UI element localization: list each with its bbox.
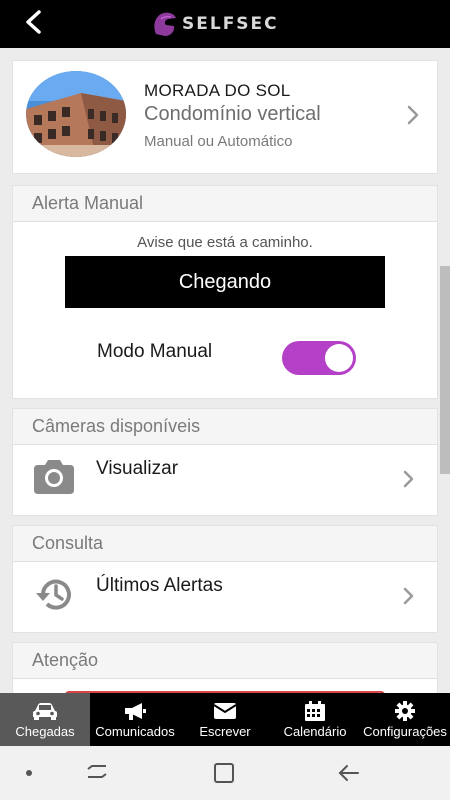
home-icon[interactable] [214, 763, 234, 783]
tab-label: Chegadas [15, 724, 75, 739]
tab-label: Calendário [283, 724, 347, 739]
consulta-card[interactable]: Consulta Últimos Alertas [12, 525, 438, 633]
alert-manual-title: Alerta Manual [13, 186, 437, 222]
atencao-title: Atenção [13, 643, 437, 679]
chevron-right-icon[interactable] [402, 468, 416, 490]
back-nav-icon[interactable] [338, 765, 359, 781]
gear-icon [392, 701, 418, 721]
manual-mode-label: Modo Manual [97, 341, 213, 362]
envelope-icon [212, 701, 238, 721]
system-nav-bar [0, 746, 450, 800]
top-bar: SELFSEC [0, 0, 450, 48]
visualizar-label: Visualizar [96, 458, 179, 479]
history-icon [36, 579, 71, 610]
tab-escrever[interactable]: Escrever [180, 693, 270, 746]
scrollbar[interactable] [440, 266, 450, 474]
condo-type: Condomínio vertical [144, 103, 321, 125]
tab-configuracoes[interactable]: Configurações [360, 693, 450, 746]
cameras-card[interactable]: Câmeras disponíveis Visualizar [12, 408, 438, 516]
camera-icon [34, 460, 74, 494]
main-content[interactable]: MORADA DO SOL Condomínio vertical Manual… [0, 48, 450, 693]
helmet-logo-icon [154, 12, 176, 36]
megaphone-icon [122, 701, 148, 721]
chegando-button[interactable]: Chegando [65, 256, 385, 308]
cameras-title: Câmeras disponíveis [13, 409, 437, 445]
chevron-right-icon[interactable] [402, 585, 416, 607]
ultimos-alertas-label: Últimos Alertas [96, 575, 223, 596]
back-button[interactable] [18, 8, 52, 38]
toggle-knob [325, 344, 353, 372]
app-logo: SELFSEC [152, 10, 279, 38]
dot-icon [26, 770, 32, 776]
alert-hint: Avise que está a caminho. [137, 234, 313, 251]
tab-label: Escrever [199, 724, 251, 739]
chevron-right-icon[interactable] [406, 104, 420, 126]
condo-name: MORADA DO SOL [144, 81, 291, 100]
condo-card[interactable]: MORADA DO SOL Condomínio vertical Manual… [12, 60, 438, 174]
tab-label: Comunicados [95, 724, 175, 739]
tab-label: Configurações [363, 724, 447, 739]
recent-apps-icon[interactable] [87, 765, 107, 778]
back-arrow-icon [26, 10, 41, 34]
condo-photo [26, 71, 126, 157]
tab-chegadas[interactable]: Chegadas [0, 693, 90, 746]
tab-comunicados[interactable]: Comunicados [90, 693, 180, 746]
manual-mode-toggle[interactable] [282, 341, 356, 375]
condo-mode: Manual ou Automático [144, 133, 293, 150]
bottom-tab-bar: Chegadas Comunicados Escrever Calendário… [0, 693, 450, 746]
consulta-title: Consulta [13, 526, 437, 562]
calendar-icon [302, 701, 328, 721]
logo-text: SELFSEC [182, 14, 279, 34]
car-icon [32, 701, 58, 721]
tab-calendario[interactable]: Calendário [270, 693, 360, 746]
atencao-card: Atenção [12, 642, 438, 693]
alert-manual-card: Alerta Manual Avise que está a caminho. … [12, 185, 438, 399]
